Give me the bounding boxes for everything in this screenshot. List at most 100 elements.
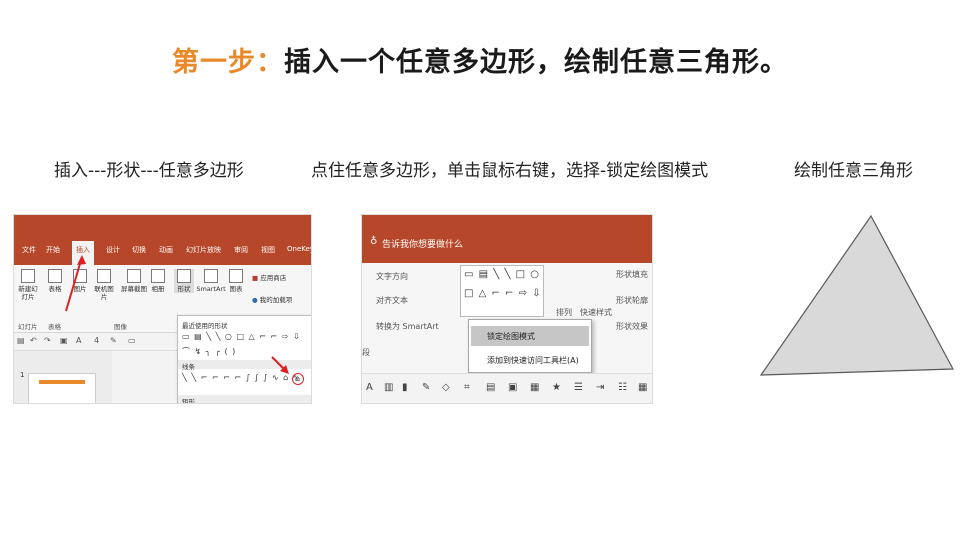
shapes-button[interactable]: 形状 (174, 269, 194, 293)
font-icon[interactable]: A (366, 382, 373, 393)
new-slide-button[interactable]: 新建幻灯片 (17, 269, 39, 301)
lightbulb-icon: ♁ (370, 236, 378, 247)
tab-insert[interactable]: 插入 (72, 241, 94, 265)
freeform-polygon-icon[interactable]: ⌂ (295, 374, 300, 383)
tab-design[interactable]: 设计 (106, 245, 120, 255)
chart-icon (229, 269, 243, 283)
brush-icon[interactable]: ✎ (110, 336, 117, 345)
ribbon-top-bar: ♁ 告诉我你想要做什么 (362, 215, 652, 263)
slide-thumbnail[interactable] (28, 373, 96, 403)
lines-row[interactable]: ╲ ╲ ⌐ ⌐ ⌐ ⌐ ∫ ∫ ∫ ∿ ⌂ ∿ (182, 373, 300, 382)
rect-header-bar (178, 395, 311, 403)
crop-icon[interactable]: ⌗ (464, 382, 470, 393)
shape-icon[interactable]: ◇ (442, 382, 450, 393)
tab-review[interactable]: 审阅 (234, 245, 248, 255)
thumb-accent-bar (39, 380, 85, 384)
shapes-gallery-row-2[interactable]: □ △ ⌐ ⌐ ⇨ ⇩ (464, 288, 542, 299)
star-icon[interactable]: ★ (552, 382, 561, 393)
album-icon (151, 269, 165, 283)
tab-onekey[interactable]: OneKey (287, 245, 311, 253)
shape-outline-button[interactable]: 形状轮廓 (616, 295, 648, 306)
context-menu: 锁定绘图模式 添加到快速访问工具栏(A) (468, 319, 592, 373)
tab-transitions[interactable]: 切换 (132, 245, 146, 255)
tab-view[interactable]: 视图 (261, 245, 275, 255)
slide: 第一步：插入一个任意多边形，绘制任意三角形。 插入---形状---任意多边形 点… (0, 0, 960, 540)
group-label-images: 图像 (114, 323, 127, 331)
quick-styles-button[interactable]: 快速样式 (580, 307, 612, 318)
addins-icon: ● (252, 296, 258, 304)
title-step: 第一步： (172, 47, 284, 78)
rectangles-header: 矩形 (182, 398, 195, 404)
caption-insert-shape: 插入---形状---任意多边形 (54, 161, 244, 181)
shape-fill-button[interactable]: 形状填充 (616, 269, 648, 280)
new-slide-icon (21, 269, 35, 283)
format-toolbar: A ▥ ▮ ✎ ◇ ⌗ ▤ ▣ ▦ ★ ☰ ⇥ ☷ ▦ (362, 373, 652, 403)
title-text: 插入一个任意多边形，绘制任意三角形。 (284, 47, 788, 78)
bullets-icon[interactable]: ☷ (618, 382, 627, 393)
triangle-shape[interactable] (759, 214, 954, 376)
shapes-dropdown: 最近使用的形状 ▭ ▤ ╲ ╲ ○ □ △ ⌐ ⌐ ⇨ ⇩ ⌒ ↯ ╮ ╭ ( … (177, 315, 311, 404)
number-icon[interactable]: 4 (94, 336, 99, 345)
album-button[interactable]: 相册 (150, 269, 166, 293)
convert-smartart-button[interactable]: 转换为 SmartArt (376, 321, 439, 332)
shapes-gallery-row-1[interactable]: ▭ ▤ ╲ ╲ □ ○ (464, 269, 540, 280)
tab-home[interactable]: 开始 (46, 245, 60, 255)
border-icon[interactable]: ▥ (384, 382, 393, 393)
fill-icon[interactable]: ▮ (402, 382, 408, 393)
ribbon-tab-bar: 文件 开始 插入 设计 切换 动画 幻灯片放映 审阅 视图 OneKey (14, 215, 311, 265)
save-icon[interactable]: ▤ (17, 336, 25, 345)
align-icon[interactable]: ▤ (486, 382, 495, 393)
table-button[interactable]: 表格 (46, 269, 64, 293)
grid-icon[interactable]: ▦ (638, 382, 647, 393)
folder-icon[interactable]: ▭ (128, 336, 136, 345)
picture-icon (73, 269, 87, 283)
group-icon[interactable]: ▣ (508, 382, 517, 393)
screenshot-button[interactable]: 屏幕截图 (120, 269, 148, 293)
online-picture-button[interactable]: 联机图片 (92, 269, 116, 301)
store-icon: ■ (252, 274, 259, 282)
align-text-button[interactable]: 对齐文本 (376, 295, 408, 306)
list-icon[interactable]: ☰ (574, 382, 583, 393)
undo-icon[interactable]: ↶ (30, 336, 37, 345)
shape-effects-button[interactable]: 形状效果 (616, 321, 648, 332)
recent-shapes-row-2[interactable]: ⌒ ↯ ╮ ╭ ( ) (182, 346, 236, 357)
layer-icon[interactable]: ▦ (530, 382, 539, 393)
online-picture-icon (97, 269, 111, 283)
indent-icon[interactable]: ⇥ (596, 382, 604, 393)
my-addins-button[interactable]: ● 我的加载项 (252, 296, 308, 304)
tell-me-box[interactable]: 告诉我你想要做什么 (382, 237, 463, 250)
group-label-paragraph: 段 (362, 348, 370, 357)
smartart-button[interactable]: SmartArt (196, 269, 226, 293)
shapes-icon (177, 269, 191, 283)
table-icon (48, 269, 62, 283)
slide-title: 第一步：插入一个任意多边形，绘制任意三角形。 (0, 40, 960, 79)
store-button[interactable]: ■ 应用商店 (252, 274, 302, 282)
group-label-tables: 表格 (48, 323, 61, 331)
shapes-gallery: ▭ ▤ ╲ ╲ □ ○ □ △ ⌐ ⌐ ⇨ ⇩ (460, 265, 544, 317)
caption-draw-triangle: 绘制任意三角形 (794, 161, 913, 181)
text-direction-button[interactable]: 文字方向 (376, 271, 408, 282)
slide-number: 1 (20, 371, 25, 379)
lines-header: 线条 (182, 363, 195, 371)
arrange-button[interactable]: 排列 (556, 307, 572, 318)
drawn-triangle[interactable] (759, 214, 955, 378)
chart-button[interactable]: 图表 (228, 269, 244, 293)
recent-shapes-row[interactable]: ▭ ▤ ╲ ╲ ○ □ △ ⌐ ⌐ ⇨ ⇩ (182, 332, 301, 341)
group-label-slides: 幻灯片 (18, 323, 38, 331)
tab-file[interactable]: 文件 (22, 245, 36, 255)
lock-drawing-mode-item[interactable]: 锁定绘图模式 (471, 326, 589, 346)
tab-animations[interactable]: 动画 (159, 245, 173, 255)
screenshot-icon (127, 269, 141, 283)
redo-icon[interactable]: ↷ (44, 336, 51, 345)
add-to-quick-access-item[interactable]: 添加到快速访问工具栏(A) (471, 350, 589, 370)
caption-lock-drawing: 点住任意多边形，单击鼠标右键，选择-锁定绘图模式 (311, 161, 709, 181)
format-icon[interactable]: ▣ (60, 336, 68, 345)
screenshot-insert-ribbon: 文件 开始 插入 设计 切换 动画 幻灯片放映 审阅 视图 OneKey 新建幻… (13, 214, 312, 404)
recent-shapes-header: 最近使用的形状 (182, 322, 228, 330)
screenshot-lock-drawing-mode: ♁ 告诉我你想要做什么 文字方向 对齐文本 转换为 SmartArt 段 排列 … (361, 214, 653, 404)
tab-slideshow[interactable]: 幻灯片放映 (186, 245, 221, 255)
picture-button[interactable]: 图片 (72, 269, 88, 293)
text-icon[interactable]: A (76, 336, 81, 345)
smartart-icon (204, 269, 218, 283)
pen-icon[interactable]: ✎ (422, 382, 430, 393)
